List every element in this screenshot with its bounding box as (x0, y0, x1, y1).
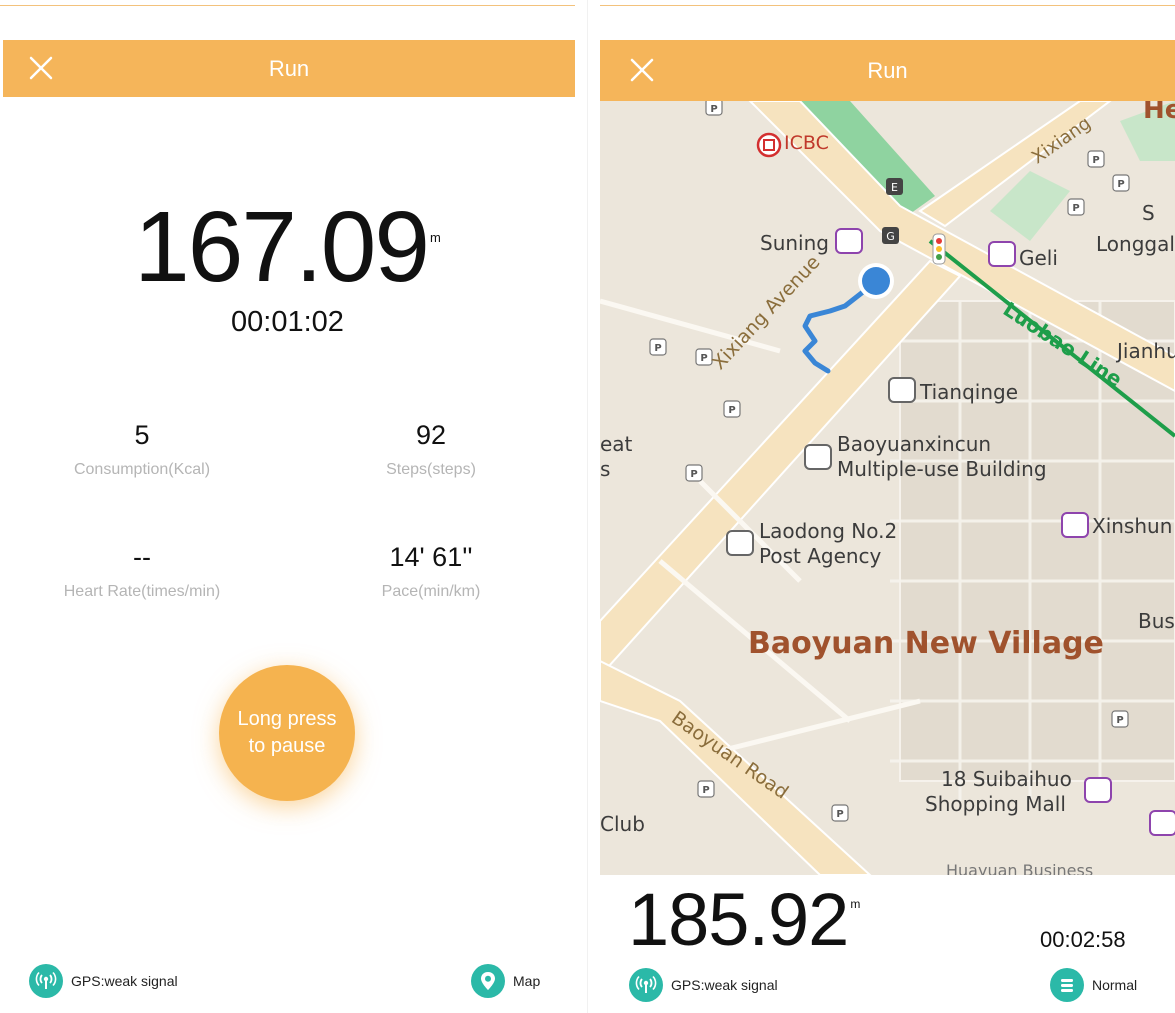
page-title: Run (867, 57, 908, 83)
map-label-geli: Geli (1019, 246, 1058, 270)
pace-stat: 14' 61'' Pace(min/km) (301, 542, 561, 601)
map-label-icbc: ICBC (784, 132, 829, 154)
svg-text:P: P (690, 469, 697, 480)
pace-label: Pace(min/km) (381, 583, 481, 600)
distance-display: 167.09 m (0, 190, 575, 305)
map-pin-icon (471, 964, 505, 998)
map-label-mall-2: Shopping Mall (925, 792, 1066, 816)
run-map-screen: Run P P P P P P P P P P P E G ICBC Sunin… (600, 0, 1175, 1013)
distance-unit: m (430, 230, 441, 245)
map-label-district: Baoyuan New Village (748, 626, 1104, 661)
steps-label: Steps(steps) (386, 461, 476, 478)
map-label-post-2: Post Agency (759, 544, 882, 568)
svg-text:P: P (728, 405, 735, 416)
svg-text:P: P (836, 809, 843, 820)
gps-signal-icon (29, 964, 63, 998)
pause-button-line1: Long press (237, 708, 337, 730)
heart-rate-stat: -- Heart Rate(times/min) (12, 542, 272, 601)
map-label-building-1: Baoyuanxincun (837, 432, 992, 456)
map-label-s-lower: s (600, 457, 611, 481)
distance-unit: m (850, 897, 861, 911)
duration-value: 00:01:02 (231, 306, 344, 338)
steps-value: 92 (415, 420, 447, 450)
top-divider (600, 5, 1175, 6)
header-bar: Run (600, 40, 1175, 101)
run-summary-bar: 185.92 m 00:02:58 GPS:weak signal Normal (600, 875, 1175, 1013)
map-label-post-1: Laodong No.2 (759, 519, 898, 543)
normal-view-label: Normal (1092, 977, 1138, 993)
svg-text:P: P (1092, 155, 1099, 166)
map-label-eat: eat (600, 432, 633, 456)
distance-value: 185.92 (628, 878, 849, 961)
route-map[interactable]: PPP PPP PPP PP E G ICBC Suning Geli Long… (600, 101, 1175, 875)
map-label-xinshun: Xinshun (1092, 514, 1173, 538)
heart-rate-label: Heart Rate(times/min) (63, 583, 221, 600)
map-label-he: He (1143, 101, 1175, 125)
map-label-suning: Suning (760, 231, 829, 255)
map-label-huayuan: Huayuan Business (946, 861, 1094, 875)
top-divider (0, 5, 575, 6)
svg-text:P: P (710, 104, 717, 115)
distance-value: 167.09 (134, 191, 430, 303)
svg-text:G: G (886, 230, 895, 243)
distance-display: 185.92 m (628, 877, 860, 962)
map-button[interactable]: Map (471, 964, 540, 998)
svg-text:P: P (654, 343, 661, 354)
pace-value: 14' 61'' (389, 542, 473, 572)
map-canvas: PPP PPP PPP PP E G (600, 101, 1175, 875)
svg-text:P: P (1072, 203, 1079, 214)
map-label-jianhu: Jianhu (1117, 339, 1175, 363)
svg-text:P: P (1116, 715, 1123, 726)
gps-status: GPS:weak signal (629, 968, 778, 1002)
steps-stat: 92 Steps(steps) (301, 420, 561, 479)
map-label-building-2: Multiple-use Building (837, 457, 1047, 481)
map-label-mall-1: 18 Suibaihuo (941, 767, 1072, 791)
gps-label: GPS:weak signal (71, 973, 178, 989)
map-label-club: Club (600, 812, 645, 836)
map-label-s-upper: S (1142, 201, 1155, 225)
pause-button-line2: to pause (248, 735, 326, 757)
gps-signal-icon (629, 968, 663, 1002)
page-title: Run (268, 55, 310, 81)
svg-text:P: P (1117, 179, 1124, 190)
normal-view-button[interactable]: Normal (1050, 968, 1137, 1002)
map-label-bus: Bus (1138, 609, 1175, 633)
consumption-stat: 5 Consumption(Kcal) (12, 420, 272, 479)
run-stats-screen: Run 167.09 m 00:01:02 5 Consumption(Kcal)… (0, 0, 575, 1013)
header-bar: Run (3, 40, 575, 97)
svg-text:P: P (702, 785, 709, 796)
consumption-label: Consumption(Kcal) (73, 461, 211, 478)
consumption-value: 5 (134, 420, 150, 450)
map-label-longgal: Longgal (1096, 232, 1175, 256)
gps-label: GPS:weak signal (671, 977, 778, 993)
map-button-label: Map (513, 973, 541, 989)
svg-text:E: E (891, 181, 898, 194)
list-icon (1050, 968, 1084, 1002)
map-label-tianqinge: Tianqinge (920, 380, 1019, 404)
gps-status: GPS:weak signal (29, 964, 178, 998)
heart-rate-value: -- (133, 542, 151, 572)
duration-value: 00:02:58 (1040, 927, 1126, 952)
pause-button[interactable]: Long press to pause (219, 665, 355, 801)
panel-divider (587, 0, 588, 1013)
